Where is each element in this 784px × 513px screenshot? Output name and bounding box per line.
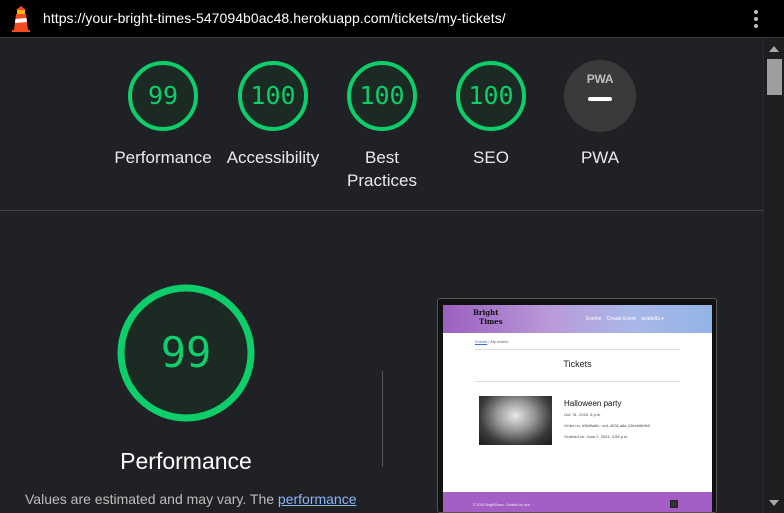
- site-navbar: Bright Times Events Create Event avabell…: [443, 305, 712, 333]
- kebab-menu-icon[interactable]: [752, 10, 760, 28]
- gauge-seo[interactable]: 100 SEO: [436, 60, 546, 169]
- gauge-label: Best Practices: [347, 148, 417, 190]
- screenshot-page: Bright Times Events Create Event avabell…: [443, 305, 712, 512]
- estimate-note: Values are estimated and may vary. The p…: [25, 491, 357, 507]
- github-icon: [670, 500, 678, 508]
- gauge-score: 100: [250, 81, 296, 110]
- gauge-performance[interactable]: 99 Performance: [108, 60, 218, 169]
- scroll-down-arrow-icon[interactable]: [769, 500, 779, 506]
- divider: [475, 381, 680, 382]
- event-image: [479, 396, 552, 445]
- vertical-divider: [382, 371, 383, 467]
- lighthouse-icon: [12, 6, 30, 32]
- scrollbar[interactable]: [763, 38, 784, 513]
- pwa-badge-icon: PWA: [564, 60, 636, 132]
- final-screenshot[interactable]: Bright Times Events Create Event avabell…: [437, 298, 717, 513]
- event-ordered-on: Ordered on: June 2, 2024, 3:55 p.m.: [564, 434, 629, 439]
- site-nav-links: Events Create Event avabella ▾: [586, 316, 668, 322]
- site-logo: Bright Times: [473, 308, 503, 326]
- pwa-badge-text: PWA: [586, 72, 614, 86]
- gauge-label: PWA: [580, 148, 620, 167]
- main-gauge-score: 99: [160, 328, 212, 377]
- address-bar: https://your-bright-times-547094b0ac48.h…: [0, 0, 784, 38]
- scrollbar-thumb[interactable]: [767, 59, 782, 95]
- event-date: Oct. 31, 2024, 8 p.m.: [564, 412, 602, 417]
- site-footer: © 2024 BrightTimes. Created by Ava: [443, 492, 712, 512]
- gauge-best-practices[interactable]: 100 Best Practices: [327, 60, 437, 192]
- gauge-label: Performance: [114, 148, 212, 167]
- divider: [475, 349, 680, 350]
- nav-user: avabella ▾: [641, 316, 664, 322]
- gauge-label: SEO: [473, 148, 509, 167]
- gauge-label: Accessibility: [226, 148, 320, 167]
- category-gauges: 99 Performance 100 Accessibility 100 Bes…: [0, 38, 763, 211]
- nav-events: Events: [586, 316, 602, 322]
- performance-link[interactable]: performance: [278, 491, 357, 507]
- site-breadcrumb: Events / My tickets: [475, 339, 508, 344]
- estimate-note-text: Values are estimated and may vary. The: [25, 491, 278, 507]
- gauge-score: 99: [147, 81, 179, 110]
- breadcrumb-current: My tickets: [490, 339, 509, 344]
- gauge-pwa[interactable]: PWA PWA: [545, 60, 655, 169]
- event-title: Halloween party: [564, 399, 622, 408]
- footer-text: © 2024 BrightTimes. Created by Ava: [473, 503, 530, 507]
- gauge-score: 100: [359, 81, 405, 110]
- event-order-no: Order no. #3b5fa8b...cc4-4578-a8e-12beb0…: [564, 423, 651, 428]
- gauge-accessibility[interactable]: 100 Accessibility: [218, 60, 328, 169]
- scroll-up-arrow-icon[interactable]: [769, 46, 779, 52]
- page-url[interactable]: https://your-bright-times-547094b0ac48.h…: [43, 10, 506, 26]
- logo-line2: Times: [479, 317, 503, 326]
- gauge-score: 100: [468, 81, 514, 110]
- logo-line1: Bright: [473, 308, 499, 317]
- pwa-dash: [588, 97, 612, 101]
- performance-main-gauge: 99: [116, 283, 256, 423]
- breadcrumb-home: Events: [475, 339, 488, 344]
- main-gauge-label: Performance: [120, 448, 252, 474]
- nav-create-event: Create Event: [606, 316, 636, 322]
- site-page-title: Tickets: [563, 359, 592, 369]
